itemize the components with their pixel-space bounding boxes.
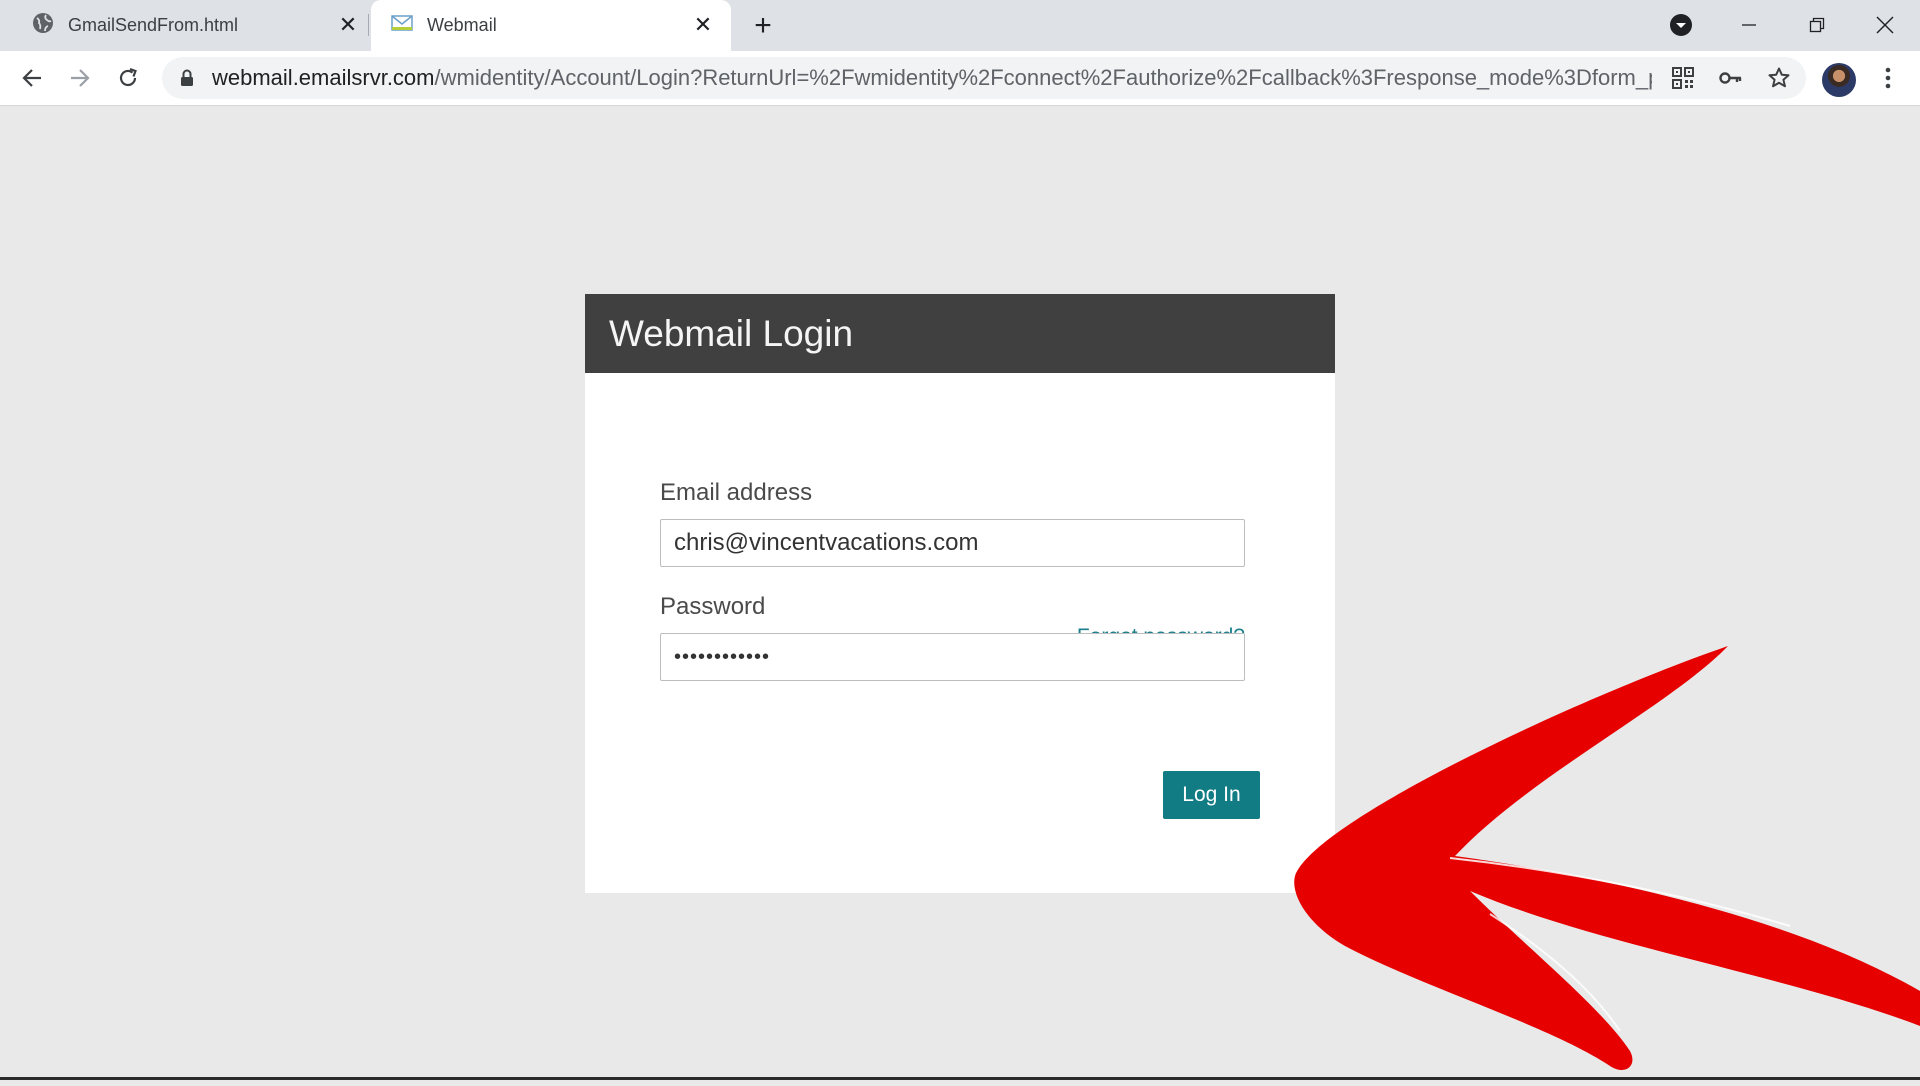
minimize-icon[interactable]	[1732, 8, 1766, 42]
password-label: Password	[660, 593, 766, 620]
annotation-arrow-icon	[1294, 646, 1920, 1071]
tab-divider	[368, 14, 369, 36]
tab-title: GmailSendFrom.html	[68, 15, 239, 35]
forward-arrow-icon[interactable]	[62, 60, 98, 96]
tab-webmail[interactable]: Webmail ✕	[371, 0, 731, 51]
login-form: Email address chris@vincentvacations.com…	[585, 373, 1335, 893]
new-tab-button[interactable]: +	[748, 9, 778, 42]
email-label: Email address	[660, 479, 813, 506]
url-host: webmail.emailsrvr.com	[212, 65, 435, 90]
tab-title: Webmail	[427, 15, 497, 35]
key-icon[interactable]	[1716, 63, 1746, 93]
url-text[interactable]: webmail.emailsrvr.com/wmidentity/Account…	[212, 57, 1652, 99]
close-tab-icon[interactable]: ✕	[336, 12, 360, 37]
restore-icon[interactable]	[1800, 8, 1834, 42]
close-window-icon[interactable]	[1868, 8, 1902, 42]
menu-kebab-icon[interactable]	[1870, 60, 1906, 96]
password-field[interactable]: ••••••••••••	[660, 633, 1245, 681]
back-arrow-icon[interactable]	[14, 60, 50, 96]
bookmark-star-icon[interactable]	[1764, 63, 1794, 93]
page-title: Webmail Login	[609, 312, 854, 354]
address-bar[interactable]: webmail.emailsrvr.com/wmidentity/Account…	[162, 57, 1806, 99]
qr-code-icon[interactable]	[1668, 63, 1698, 93]
profile-avatar[interactable]	[1822, 63, 1856, 97]
url-path: /wmidentity/Account/Login?ReturnUrl=%2Fw…	[434, 65, 1653, 90]
log-in-button[interactable]: Log In	[1163, 771, 1260, 819]
page-content: Webmail Login Email address chris@vincen…	[0, 106, 1920, 1080]
tab-search-icon[interactable]	[1664, 8, 1698, 42]
email-field[interactable]: chris@vincentvacations.com	[660, 519, 1245, 567]
browser-toolbar: webmail.emailsrvr.com/wmidentity/Account…	[0, 51, 1920, 106]
login-card-header: Webmail Login	[585, 294, 1335, 373]
mail-envelope-icon	[391, 14, 413, 37]
reload-icon[interactable]	[110, 60, 146, 96]
globe-icon	[32, 12, 54, 39]
tab-strip: GmailSendFrom.html ✕ Webmail ✕ +	[0, 0, 1920, 51]
close-tab-icon[interactable]: ✕	[691, 12, 715, 37]
tab-gmailsendfrom[interactable]: GmailSendFrom.html ✕	[12, 0, 368, 51]
lock-icon[interactable]	[180, 69, 194, 92]
